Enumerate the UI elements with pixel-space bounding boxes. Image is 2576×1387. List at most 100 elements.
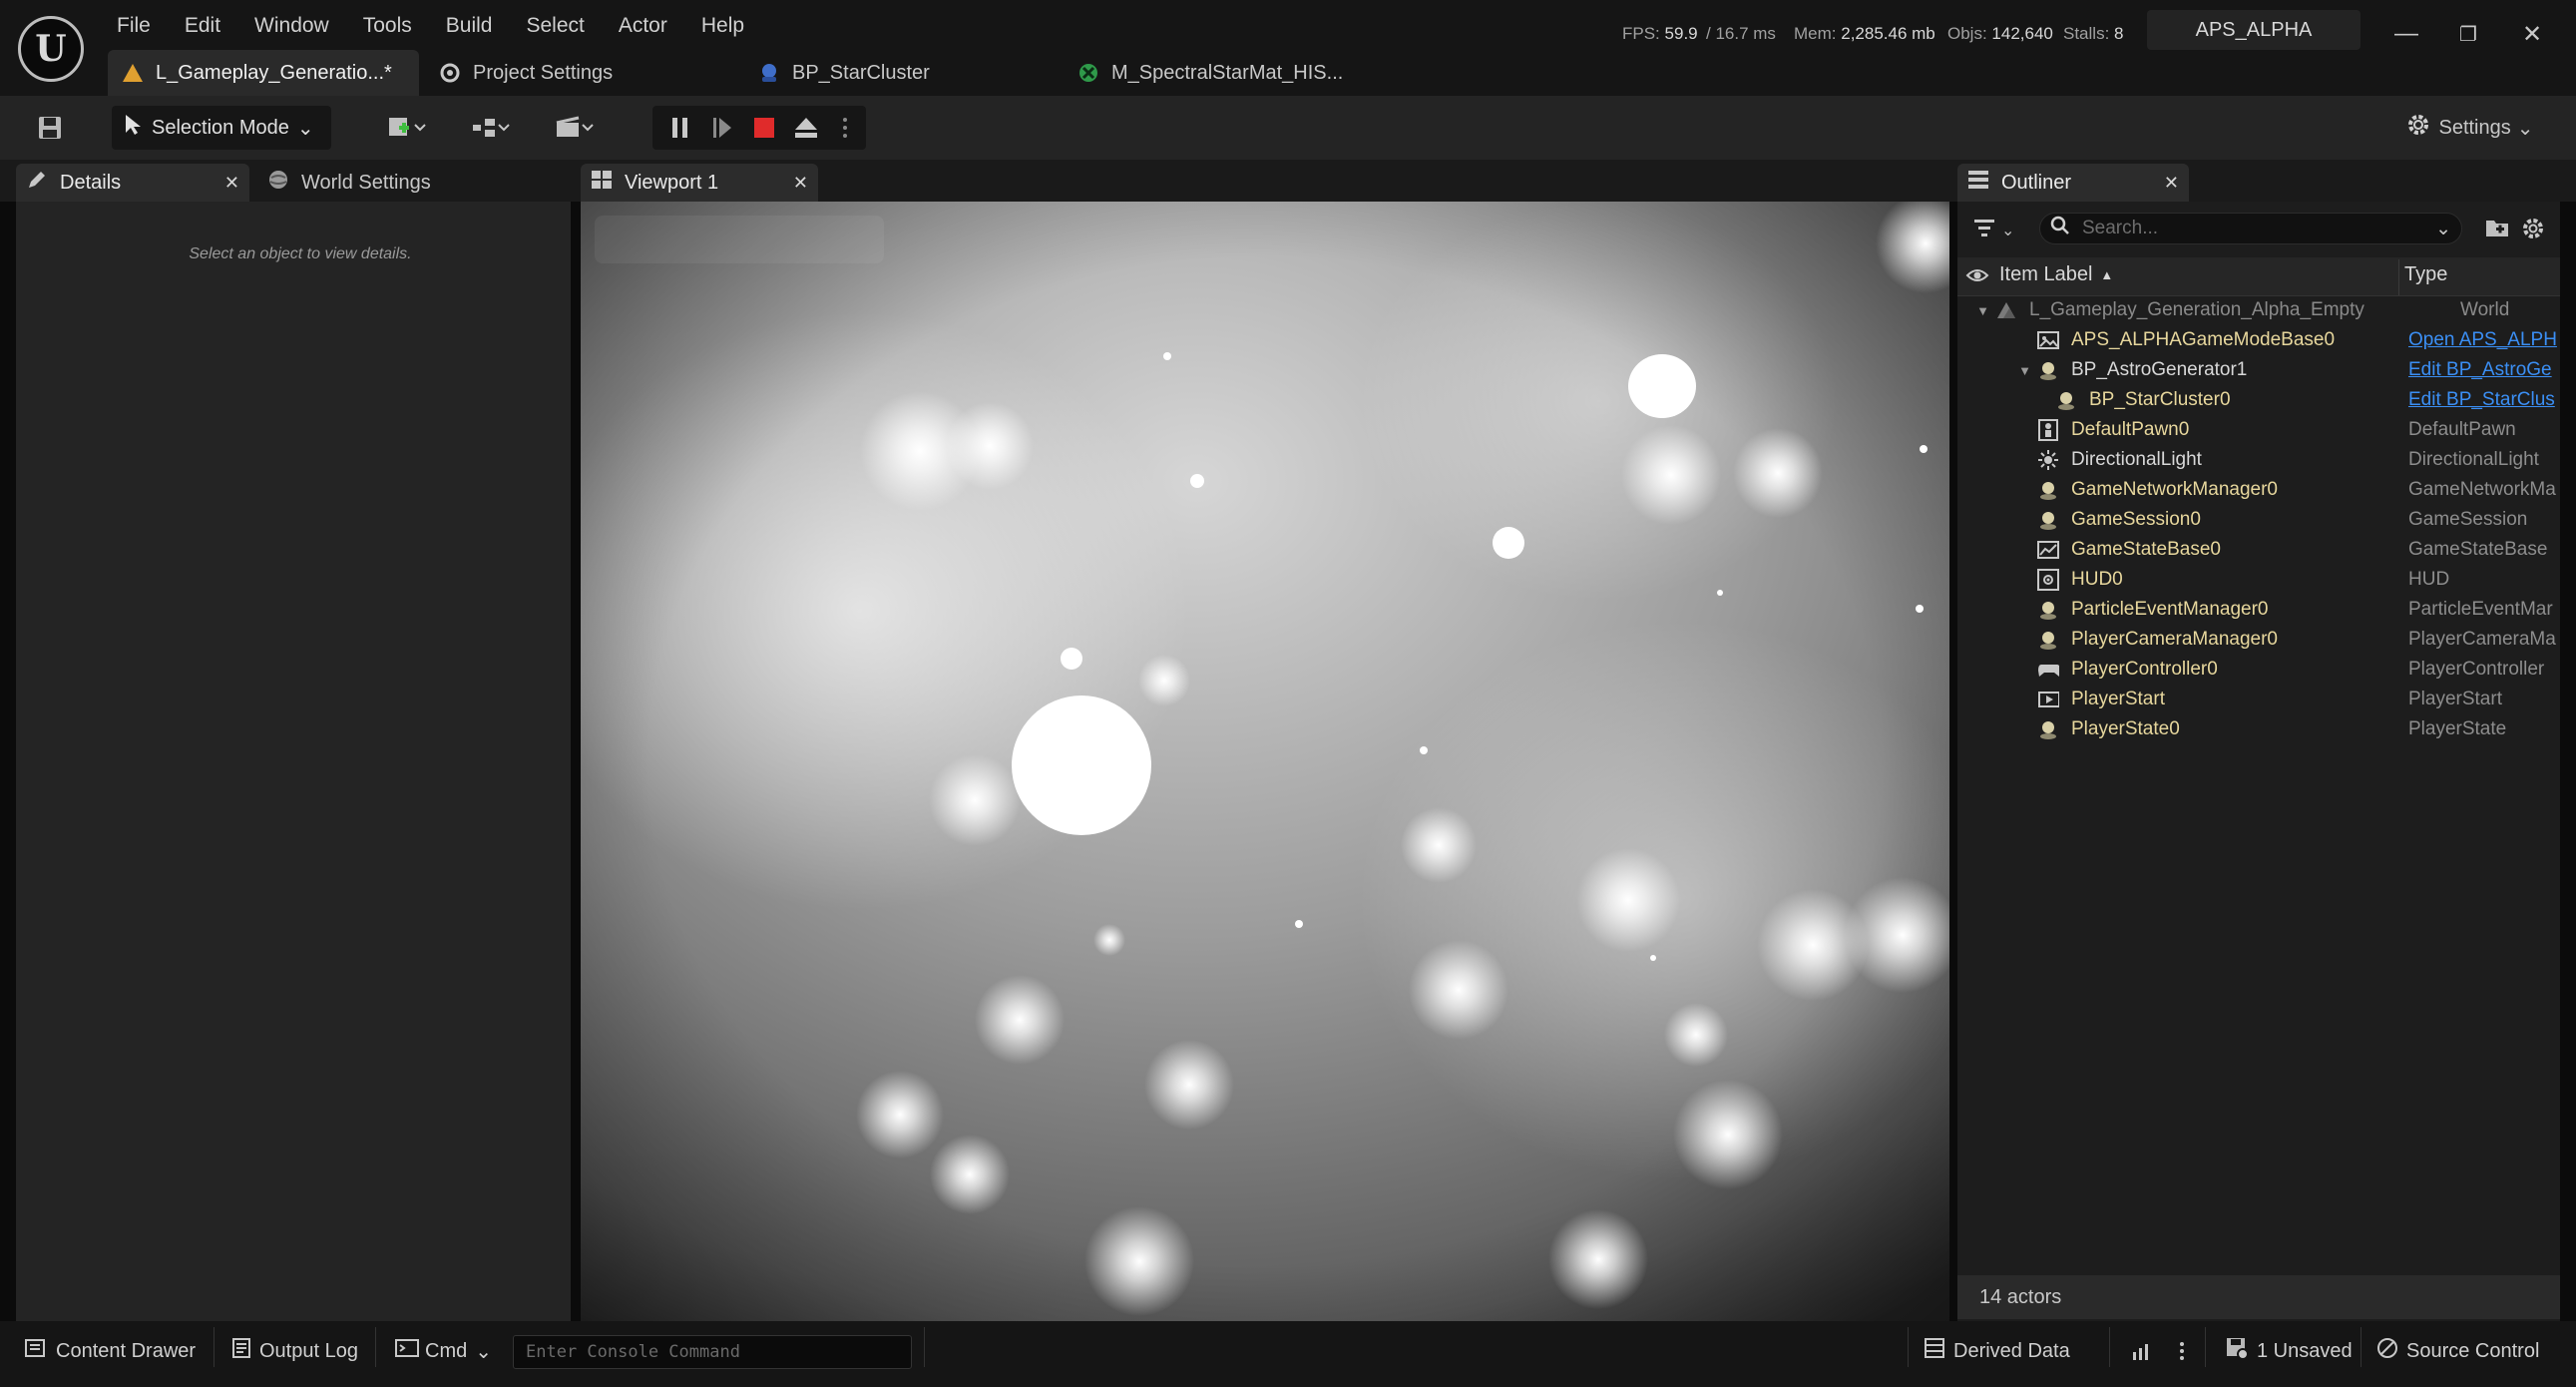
- more-options-icon[interactable]: [2179, 1331, 2185, 1371]
- source-control-label: Source Control: [2406, 1339, 2540, 1362]
- outliner-row[interactable]: PlayerStart PlayerStart: [1957, 685, 2560, 714]
- content-drawer-button[interactable]: Content Drawer: [24, 1331, 196, 1371]
- outliner-row[interactable]: ParticleEventManager0 ParticleEventMar: [1957, 595, 2560, 625]
- add-folder-icon[interactable]: [2484, 216, 2510, 243]
- expand-arrow-icon[interactable]: ▼: [2018, 363, 2031, 378]
- row-type-link[interactable]: Edit BP_AstroGe: [2408, 359, 2560, 381]
- outliner-row[interactable]: PlayerController0 PlayerController: [1957, 655, 2560, 685]
- menu-window[interactable]: Window: [237, 12, 346, 44]
- close-tab-icon[interactable]: ✕: [2164, 173, 2179, 194]
- selection-mode-dropdown[interactable]: Selection Mode ⌄: [112, 106, 331, 150]
- outliner-row[interactable]: ▼ BP_AstroGenerator1 Edit BP_AstroGe: [1957, 355, 2560, 385]
- outliner-row[interactable]: DefaultPawn0 DefaultPawn: [1957, 415, 2560, 445]
- outliner-row[interactable]: ▼ L_Gameplay_Generation_Alpha_Empty World: [1957, 295, 2560, 325]
- separator: [214, 1327, 215, 1367]
- pause-icon[interactable]: [662, 106, 698, 150]
- menu-actor[interactable]: Actor: [602, 12, 684, 44]
- row-type: PlayerStart: [2408, 689, 2502, 709]
- row-label: GameSession0: [2071, 509, 2201, 530]
- tab-bp-starcluster[interactable]: BP_StarCluster: [744, 50, 1044, 96]
- outliner-settings-icon[interactable]: [2520, 216, 2546, 243]
- viewport-grid-icon: [591, 170, 613, 196]
- column-item-label[interactable]: Item Label ▲: [1999, 263, 2113, 286]
- step-frame-icon[interactable]: [704, 106, 740, 150]
- cinematics-button[interactable]: [545, 106, 605, 150]
- separator: [1908, 1327, 1909, 1367]
- separator: [2109, 1327, 2110, 1367]
- console-command-input[interactable]: Enter Console Command: [513, 1335, 912, 1369]
- row-type: HUD: [2408, 569, 2450, 590]
- unreal-logo-icon[interactable]: U: [18, 16, 84, 82]
- expand-arrow-icon[interactable]: ▼: [1976, 303, 1989, 318]
- main-menu: File Edit Window Tools Build Select Acto…: [100, 12, 761, 44]
- menu-file[interactable]: File: [100, 12, 168, 44]
- tab-viewport-label: Viewport 1: [625, 171, 719, 194]
- level-viewport[interactable]: [581, 202, 1949, 1321]
- row-indent: ▼: [1957, 299, 1995, 321]
- outliner-row[interactable]: PlayerCameraManager0 PlayerCameraMa: [1957, 625, 2560, 655]
- stop-icon[interactable]: [746, 106, 782, 150]
- tab-world-settings[interactable]: World Settings: [257, 164, 517, 202]
- tab-level[interactable]: L_Gameplay_Generatio...*: [108, 50, 419, 96]
- row-type-link[interactable]: Edit BP_StarClus: [2408, 389, 2560, 411]
- outliner-row[interactable]: DirectionalLight DirectionalLight: [1957, 445, 2560, 475]
- stalls-label: Stalls:: [2063, 24, 2110, 43]
- eject-icon[interactable]: [788, 106, 824, 150]
- menu-tools[interactable]: Tools: [346, 12, 429, 44]
- menu-select[interactable]: Select: [509, 12, 601, 44]
- save-icon[interactable]: [30, 106, 70, 150]
- chevron-down-icon[interactable]: ⌄: [2435, 218, 2451, 240]
- material-icon: [1077, 62, 1099, 84]
- cmd-dropdown[interactable]: Cmd ⌄: [395, 1331, 492, 1371]
- outliner-row[interactable]: GameStateBase0 GameStateBase: [1957, 535, 2560, 565]
- menu-help[interactable]: Help: [684, 12, 761, 44]
- tab-details[interactable]: Details ✕: [16, 164, 249, 202]
- add-actor-button[interactable]: [377, 106, 437, 150]
- outliner-row[interactable]: BP_StarCluster0 Edit BP_StarClus: [1957, 385, 2560, 415]
- source-control-button[interactable]: Source Control: [2376, 1331, 2539, 1371]
- row-type: PlayerState: [2408, 718, 2507, 739]
- outliner-row[interactable]: GameNetworkManager0 GameNetworkMa: [1957, 475, 2560, 505]
- close-tab-icon[interactable]: ✕: [224, 173, 239, 194]
- details-panel: [16, 202, 571, 1321]
- transfer-stats-icon[interactable]: [2131, 1331, 2153, 1371]
- derived-data-button[interactable]: Derived Data: [1924, 1331, 2070, 1371]
- tab-outliner[interactable]: Outliner ✕: [1957, 164, 2189, 202]
- menu-build[interactable]: Build: [429, 12, 510, 44]
- tab-viewport[interactable]: Viewport 1 ✕: [581, 164, 818, 202]
- actor-icon: [2055, 389, 2077, 411]
- blueprint-menu-button[interactable]: [461, 106, 521, 150]
- play-options-icon[interactable]: [834, 106, 856, 150]
- outliner-search-input[interactable]: Search... ⌄: [2039, 213, 2462, 244]
- mem-value: 2,285.46 mb: [1841, 24, 1935, 43]
- tab-material[interactable]: M_SpectralStarMat_HIS...: [1064, 50, 1363, 96]
- source-control-disabled-icon: [2376, 1337, 2398, 1365]
- row-type-link[interactable]: Open APS_ALPH: [2408, 329, 2560, 351]
- cmd-label: Cmd: [425, 1339, 468, 1362]
- row-label: BP_StarCluster0: [2089, 389, 2231, 410]
- outliner-row[interactable]: PlayerState0 PlayerState: [1957, 714, 2560, 744]
- restore-icon[interactable]: ❐: [2448, 16, 2488, 52]
- row-label: DirectionalLight: [2071, 449, 2202, 470]
- close-window-icon[interactable]: ✕: [2512, 16, 2552, 52]
- menu-edit[interactable]: Edit: [168, 12, 237, 44]
- content-drawer-label: Content Drawer: [56, 1339, 197, 1362]
- row-type: PlayerCameraMa: [2408, 629, 2556, 650]
- output-log-button[interactable]: Output Log: [231, 1331, 358, 1371]
- tab-project-settings[interactable]: Project Settings: [425, 50, 724, 96]
- eye-icon[interactable]: [1965, 265, 1989, 289]
- chevron-down-icon: ⌄: [296, 117, 314, 140]
- outliner-row[interactable]: APS_ALPHAGameModeBase0 Open APS_ALPH: [1957, 325, 2560, 355]
- filter-dropdown[interactable]: ⌄: [1973, 216, 2019, 245]
- output-log-icon: [231, 1337, 251, 1365]
- close-tab-icon[interactable]: ✕: [793, 173, 808, 194]
- actor-icon: [2037, 479, 2059, 501]
- settings-button[interactable]: Settings ⌄: [2400, 106, 2540, 150]
- unsaved-button[interactable]: 1 Unsaved: [2225, 1331, 2353, 1371]
- outliner-row[interactable]: HUD0 HUD: [1957, 565, 2560, 595]
- derived-data-icon: [1924, 1337, 1945, 1365]
- minimize-icon[interactable]: —: [2386, 16, 2426, 52]
- outliner-row[interactable]: GameSession0 GameSession: [1957, 505, 2560, 535]
- row-label: PlayerCameraManager0: [2071, 629, 2278, 650]
- column-type[interactable]: Type: [2404, 263, 2447, 286]
